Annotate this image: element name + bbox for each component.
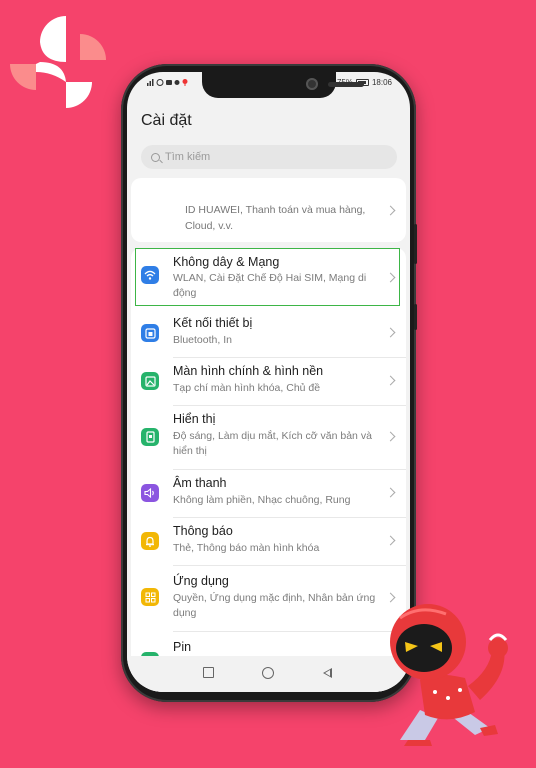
sound-icon (141, 484, 159, 502)
settings-item-label: Hiển thị (173, 412, 216, 426)
notch (202, 72, 364, 98)
search-bar[interactable]: Tìm kiếm (141, 145, 397, 169)
home-button[interactable] (262, 667, 274, 679)
display-icon (141, 428, 159, 446)
settings-item-subtitle: Bluetooth, In (173, 334, 232, 346)
settings-item-label: Thông báo (173, 524, 233, 538)
account-chevron-wrap (131, 178, 406, 242)
settings-item-label: Ứng dụng (173, 574, 229, 588)
settings-item-label: Pin (173, 640, 192, 654)
back-button[interactable] (323, 668, 332, 678)
navigation-bar (127, 656, 410, 692)
page-title: Cài đặt (141, 112, 192, 129)
device-connection-icon (141, 324, 159, 342)
settings-item-home-screen[interactable]: Màn hình chính & hình nền Tạp chí màn hì… (131, 358, 406, 406)
settings-item-label: Kết nối thiết bị (173, 316, 253, 330)
status-icons-right: 75% 18:06 (337, 78, 392, 87)
settings-item-subtitle: Độ sáng, Làm dịu mắt, Kích cỡ văn bản và… (173, 430, 372, 457)
power-button (414, 304, 417, 330)
notification-icon (141, 532, 159, 550)
settings-item-notifications[interactable]: Thông báo Thẻ, Thông báo màn hình khóa (131, 518, 406, 566)
search-placeholder: Tìm kiếm (165, 151, 211, 163)
volume-button (414, 224, 417, 264)
wifi-icon (141, 266, 159, 284)
settings-item-label: Màn hình chính & hình nền (173, 364, 324, 378)
signal-icons (147, 79, 188, 86)
recent-apps-button[interactable] (203, 667, 214, 678)
battery-percent: 75% (336, 78, 353, 87)
settings-item-subtitle: WLAN, Cài Đặt Chế Độ Hai SIM, Mạng di độ… (173, 272, 367, 299)
search-icon (151, 152, 160, 162)
brand-logo (10, 16, 106, 108)
apps-icon (141, 588, 159, 606)
battery-icon (355, 79, 369, 86)
settings-item-subtitle: Quyền, Ứng dụng mặc định, Nhân bản ứng d… (173, 592, 376, 619)
status-time: 18:06 (371, 78, 392, 87)
settings-item-device-connection[interactable]: Kết nối thiết bị Bluetooth, In (131, 310, 406, 358)
settings-item-label: Âm thanh (173, 476, 227, 490)
settings-item-apps[interactable]: Ứng dụng Quyền, Ứng dụng mặc định, Nhân … (131, 566, 406, 632)
settings-item-subtitle: Không làm phiền, Nhạc chuông, Rung (173, 494, 351, 506)
wallpaper-icon (141, 372, 159, 390)
mascot-illustration (390, 604, 508, 746)
status-icons-left (147, 78, 191, 89)
settings-item-subtitle: Tạp chí màn hình khóa, Chủ đề (173, 382, 321, 394)
phone-frame: 75% 18:06 Cài đặt Tìm kiếm ID HUAWEI, Th… (121, 64, 417, 702)
chevron-right-icon (385, 431, 396, 442)
chevron-right-icon (385, 205, 396, 216)
account-item[interactable]: ID HUAWEI, Thanh toán và mua hàng, Cloud… (131, 178, 406, 242)
chevron-right-icon (385, 375, 396, 386)
chevron-right-icon (385, 487, 396, 498)
phone-screen: 75% 18:06 Cài đặt Tìm kiếm ID HUAWEI, Th… (127, 72, 410, 692)
settings-list: Không dây & Mạng WLAN, Cài Đặt Chế Độ Ha… (131, 248, 406, 692)
front-camera (306, 78, 318, 90)
settings-item-sound[interactable]: Âm thanh Không làm phiền, Nhạc chuông, R… (131, 470, 406, 518)
chevron-right-icon (385, 327, 396, 338)
settings-item-display[interactable]: Hiển thị Độ sáng, Làm dịu mắt, Kích cỡ v… (131, 406, 406, 470)
settings-item-label: Không dây & Mạng (173, 255, 280, 269)
chevron-right-icon (385, 535, 396, 546)
settings-item-wireless[interactable]: Không dây & Mạng WLAN, Cài Đặt Chế Độ Ha… (131, 248, 406, 306)
settings-item-subtitle: Thẻ, Thông báo màn hình khóa (173, 542, 320, 554)
